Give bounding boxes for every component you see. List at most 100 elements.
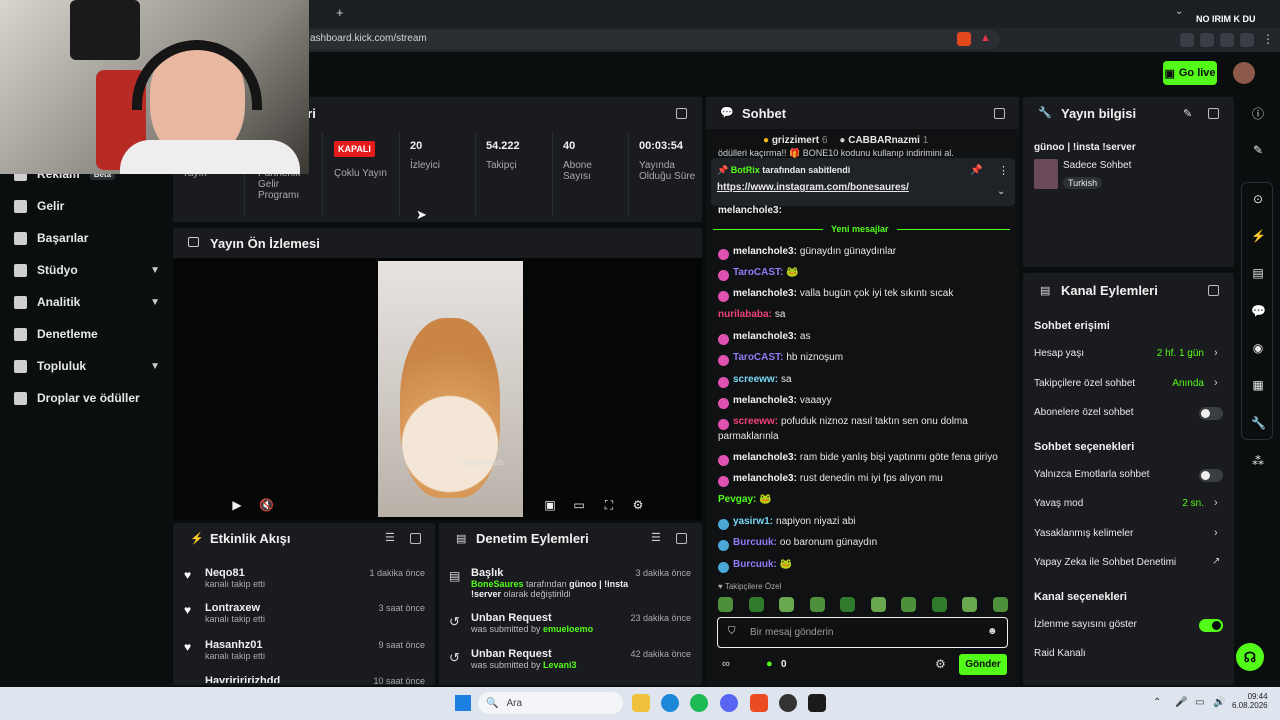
pinned-link[interactable]: https://www.instagram.com/bonesaures/ xyxy=(717,182,909,193)
avatar[interactable] xyxy=(1233,62,1255,84)
extensions-icon[interactable] xyxy=(1220,33,1234,47)
sidebar-item-analitik[interactable]: Analitik ▼ xyxy=(14,295,160,309)
follower-name[interactable]: Hayririririzhdd xyxy=(205,675,280,683)
chat-username[interactable]: melanchole3: xyxy=(733,331,797,342)
sidebar-item-gelir[interactable]: Gelir xyxy=(14,199,160,213)
chat-username[interactable]: melanchole3: xyxy=(733,246,797,257)
follower-name[interactable]: Lontraxew xyxy=(205,602,265,614)
follower-name[interactable]: Neqo81 xyxy=(205,567,265,579)
chat-settings-icon[interactable]: ⚙ xyxy=(935,657,946,671)
chevron-down-icon[interactable]: ⌄ xyxy=(1175,6,1183,17)
mic-icon[interactable]: 🎤 xyxy=(1175,697,1187,708)
support-button[interactable]: ☊ xyxy=(1236,643,1264,671)
share-icon[interactable]: ⁂ xyxy=(1251,454,1265,468)
file-explorer-icon[interactable] xyxy=(632,694,650,712)
gifter-item[interactable]: ● CABBARnazmi 1 xyxy=(839,135,928,146)
chat-username[interactable]: Pevgay: xyxy=(718,494,756,505)
channel-widget-icon[interactable]: ▦ xyxy=(1251,378,1265,392)
emote-icon[interactable] xyxy=(809,597,825,612)
send-button[interactable]: Gönder xyxy=(959,654,1007,675)
sidebar-toggle-icon[interactable] xyxy=(1180,33,1194,47)
sidebar-item-droplar[interactable]: Droplar ve ödüller xyxy=(14,391,160,405)
slow-mode-label[interactable]: Yavaş mod xyxy=(1034,498,1083,509)
sidebar-item-topluluk[interactable]: Topluluk ▼ xyxy=(14,359,160,373)
pip-icon[interactable]: ▣ xyxy=(544,499,556,511)
taskbar-clock[interactable]: 09:44 6.08.2026 xyxy=(1232,692,1268,710)
external-link-icon[interactable]: ↗ xyxy=(1212,556,1220,567)
ai-moderation-label[interactable]: Yapay Zeka ile Sohbet Denetimi xyxy=(1034,557,1176,568)
sidebar-item-denetleme[interactable]: Denetleme xyxy=(14,327,160,341)
emote-icon[interactable] xyxy=(779,597,795,612)
chat-username[interactable]: melanchole3: xyxy=(733,288,797,299)
chevron-right-icon[interactable]: › xyxy=(1214,497,1218,509)
activity-widget-icon[interactable]: ⚡ xyxy=(1251,229,1266,243)
emote-icon[interactable] xyxy=(840,597,856,612)
chat-username[interactable]: Burcuuk: xyxy=(733,559,777,570)
filter-icon[interactable]: ☰ xyxy=(385,531,395,544)
category-thumbnail[interactable] xyxy=(1034,159,1058,189)
webcam-widget-icon[interactable]: ⊙ xyxy=(1251,192,1265,206)
taskbar-search[interactable]: 🔍 Ara xyxy=(478,692,623,714)
filter-icon[interactable]: ☰ xyxy=(651,531,661,544)
banned-words-label[interactable]: Yasaklanmış kelimeler xyxy=(1034,528,1133,539)
tools-widget-icon[interactable]: 🔧 xyxy=(1251,416,1266,430)
subs-only-toggle[interactable] xyxy=(1199,407,1223,420)
emote-icon[interactable] xyxy=(870,597,886,612)
fullscreen-icon[interactable]: ⛶ xyxy=(603,499,615,511)
show-viewers-toggle[interactable] xyxy=(1199,619,1223,632)
popout-icon[interactable] xyxy=(1208,285,1219,296)
chat-username[interactable]: melanchole3: xyxy=(733,452,797,463)
menu-icon[interactable]: ⋮ xyxy=(1262,32,1274,46)
emote-icon[interactable] xyxy=(748,597,764,612)
account-age-label[interactable]: Hesap yaşı xyxy=(1034,348,1084,359)
raid-channel-label[interactable]: Raid Kanalı xyxy=(1034,648,1086,659)
popout-icon[interactable] xyxy=(410,533,421,544)
tray-chevron-icon[interactable]: ⌃ xyxy=(1153,697,1161,708)
stream-category[interactable]: Sadece Sohbet xyxy=(1063,160,1131,171)
gift-subs-icon[interactable]: ∞ xyxy=(722,658,730,670)
mod-action-title[interactable]: Unban Request xyxy=(471,648,577,660)
go-live-button[interactable]: ▣ Go live xyxy=(1163,61,1217,85)
brave-rewards-icon[interactable]: ▲ xyxy=(980,32,991,44)
sidebar-item-basarilar[interactable]: Başarılar xyxy=(14,231,160,245)
emoji-icon[interactable]: ☻ xyxy=(987,626,998,637)
chevron-right-icon[interactable]: › xyxy=(1214,377,1218,389)
new-tab-button[interactable]: + xyxy=(336,5,344,20)
network-icon[interactable]: ▭ xyxy=(1195,697,1204,708)
followers-only-label[interactable]: Takipçilere özel sohbet xyxy=(1034,378,1135,389)
popout-icon[interactable] xyxy=(676,108,687,119)
wallet-icon[interactable] xyxy=(1200,33,1214,47)
info-icon[interactable]: ⓘ xyxy=(1251,107,1265,121)
sidebar-item-studyo[interactable]: Stüdyo ▼ xyxy=(14,263,160,277)
pinned-user[interactable]: BotRix xyxy=(731,165,760,175)
mod-user[interactable]: Levani3 xyxy=(543,660,577,670)
play-icon[interactable]: ▶ xyxy=(231,499,243,511)
chat-username[interactable]: screeww: xyxy=(733,374,778,385)
chevron-right-icon[interactable]: › xyxy=(1214,347,1218,359)
edit-icon[interactable]: ✎ xyxy=(1251,143,1265,157)
chat-widget-icon[interactable]: 💬 xyxy=(1251,304,1266,318)
chat-username[interactable]: TaroCAST: xyxy=(733,352,783,363)
chat-username[interactable]: yasirw1: xyxy=(733,516,773,527)
windows-start-icon[interactable] xyxy=(455,695,471,711)
chat-username[interactable]: melanchole3: xyxy=(733,395,797,406)
broadcast-widget-icon[interactable]: ◉ xyxy=(1251,341,1265,355)
chat-username[interactable]: Burcuuk: xyxy=(733,537,777,548)
kick-app-icon[interactable] xyxy=(808,694,826,712)
chat-username[interactable]: nurilababa: xyxy=(718,309,772,320)
popout-icon[interactable] xyxy=(1208,108,1219,119)
mod-widget-icon[interactable]: ▤ xyxy=(1251,266,1265,280)
edge-icon[interactable] xyxy=(661,694,679,712)
brave-icon[interactable] xyxy=(750,694,768,712)
mute-icon[interactable]: 🔇 xyxy=(259,499,274,511)
popout-icon[interactable] xyxy=(994,108,1005,119)
follower-name[interactable]: Hasanhz01 xyxy=(205,639,265,651)
spotify-icon[interactable] xyxy=(690,694,708,712)
discord-icon[interactable] xyxy=(720,694,738,712)
chevron-down-icon[interactable]: ⌄ xyxy=(997,186,1005,197)
more-icon[interactable]: ⋮ xyxy=(998,164,1009,177)
emote-icon[interactable] xyxy=(718,597,733,612)
settings-icon[interactable]: ⚙ xyxy=(632,499,644,511)
chevron-right-icon[interactable]: › xyxy=(1214,527,1218,539)
mod-action-title[interactable]: Unban Request xyxy=(471,612,593,624)
